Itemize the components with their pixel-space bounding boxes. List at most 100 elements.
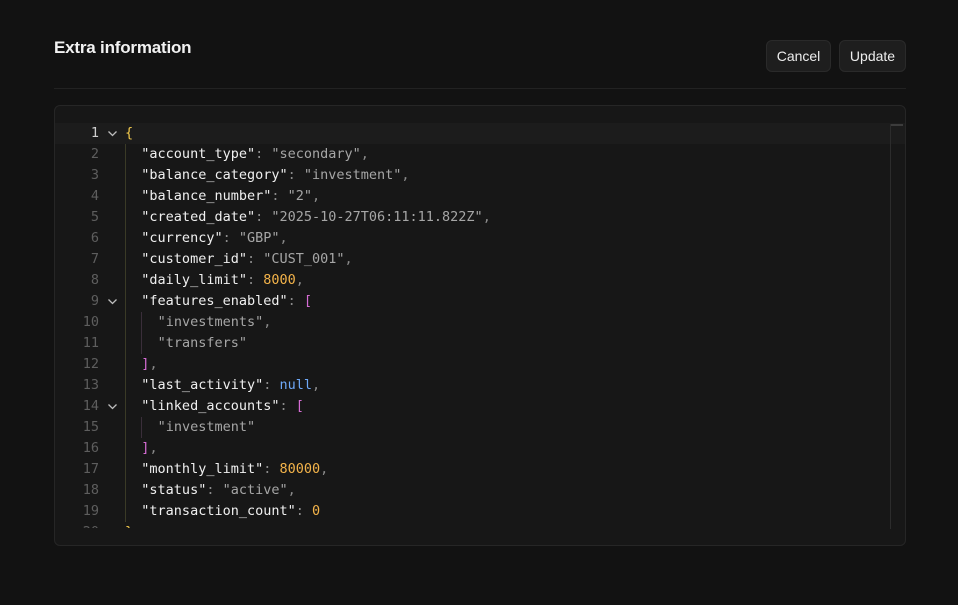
indent-guide: [125, 165, 126, 186]
line-number: 1: [90, 125, 99, 141]
indent-guide: [125, 333, 126, 354]
indent-guide: [141, 333, 143, 354]
code-token: "investments": [157, 314, 264, 330]
code-text[interactable]: ],: [141, 438, 157, 459]
code-token: ,: [312, 377, 321, 393]
code-text[interactable]: "account_type": "secondary",: [141, 144, 369, 165]
line-number: 4: [90, 188, 99, 204]
code-text[interactable]: "customer_id": "CUST_001",: [141, 249, 352, 270]
line-number: 9: [90, 293, 99, 309]
code-lines[interactable]: 1{2 "account_type": "secondary", 3 "balance…: [55, 123, 905, 528]
code-line[interactable]: 14 "linked_accounts": [: [55, 396, 905, 417]
code-line[interactable]: 7 "customer_id": "CUST_001",: [55, 249, 905, 270]
code-text[interactable]: "transfers": [158, 333, 247, 354]
code-token: :: [263, 377, 280, 393]
scrollbar-thumb[interactable]: [891, 124, 903, 126]
code-token: }: [125, 524, 133, 528]
cancel-button[interactable]: Cancel: [766, 40, 831, 72]
code-line[interactable]: 10 "investments",: [55, 312, 905, 333]
code-text[interactable]: "investment": [158, 417, 256, 438]
code-text[interactable]: ],: [141, 354, 157, 375]
code-line[interactable]: 9 "features_enabled": [: [55, 291, 905, 312]
indent-guide: [125, 291, 126, 312]
fold-chevron-down-icon[interactable]: [107, 128, 118, 139]
code-text[interactable]: "balance_category": "investment",: [141, 165, 409, 186]
indent-guide: [141, 417, 143, 438]
indent-guide: [141, 312, 143, 333]
code-line[interactable]: 15 "investment": [55, 417, 905, 438]
json-editor[interactable]: 1{2 "account_type": "secondary", 3 "balance…: [54, 105, 906, 546]
code-token: 80000: [279, 461, 321, 477]
code-line[interactable]: 19 "transaction_count": 0: [55, 501, 905, 522]
code-token: "investment": [303, 167, 402, 183]
code-token: ,: [149, 440, 158, 456]
code-token: :: [263, 461, 280, 477]
code-line[interactable]: 12],: [55, 354, 905, 375]
code-token: ,: [263, 314, 272, 330]
code-line[interactable]: 5 "created_date": "2025-10-27T06:11:11.82…: [55, 207, 905, 228]
code-text[interactable]: "currency": "GBP",: [141, 228, 287, 249]
indent-guide: [125, 459, 126, 480]
code-token: "balance_number": [141, 188, 272, 204]
code-line[interactable]: 6 "currency": "GBP",: [55, 228, 905, 249]
code-token: ,: [279, 230, 288, 246]
line-number: 16: [82, 440, 99, 456]
code-text[interactable]: "balance_number": "2",: [141, 186, 320, 207]
code-token: :: [246, 272, 264, 288]
code-token: "monthly_limit": [141, 461, 264, 477]
code-token: ,: [287, 482, 296, 498]
line-number: 18: [82, 482, 99, 498]
code-token: "currency": [141, 230, 223, 246]
code-line[interactable]: 8 "daily_limit": 8000,: [55, 270, 905, 291]
code-token: "CUST_001": [263, 251, 345, 267]
fold-chevron-down-icon[interactable]: [107, 296, 118, 307]
code-line[interactable]: 17 "monthly_limit": 80000,: [55, 459, 905, 480]
indent-guide: [125, 228, 126, 249]
page-title: Extra information: [54, 38, 192, 57]
indent-guide: [125, 249, 126, 270]
code-token: :: [271, 188, 288, 204]
fold-chevron-down-icon[interactable]: [107, 401, 118, 412]
code-line[interactable]: 16],: [55, 438, 905, 459]
code-token: ,: [344, 251, 353, 267]
code-text[interactable]: "daily_limit": 8000,: [141, 270, 304, 291]
code-text[interactable]: "investments",: [158, 312, 272, 333]
code-token: "status": [141, 482, 207, 498]
code-text[interactable]: }: [125, 522, 133, 528]
vertical-scrollbar-track[interactable]: [890, 124, 891, 529]
line-number: 13: [82, 377, 99, 393]
code-token: "created_date": [141, 209, 256, 225]
indent-guide: [125, 375, 126, 396]
code-line[interactable]: 18 "status": "active",: [55, 480, 905, 501]
code-line[interactable]: 13 "last_activity": null,: [55, 375, 905, 396]
code-line[interactable]: 3 "balance_category": "investment",: [55, 165, 905, 186]
code-text[interactable]: "status": "active",: [141, 480, 295, 501]
code-text[interactable]: "linked_accounts": [: [141, 396, 304, 417]
code-token: :: [222, 230, 239, 246]
code-line[interactable]: 20}: [55, 522, 905, 528]
code-token: :: [255, 146, 272, 162]
line-number: 5: [90, 209, 99, 225]
indent-guide: [125, 312, 126, 333]
line-number: 11: [82, 335, 99, 351]
code-token: 8000: [263, 272, 296, 288]
code-token: ,: [320, 461, 329, 477]
update-button[interactable]: Update: [839, 40, 906, 72]
indent-guide: [125, 396, 126, 417]
code-token: "active": [222, 482, 288, 498]
line-number: 2: [90, 146, 99, 162]
code-text[interactable]: "features_enabled": [: [141, 291, 312, 312]
code-text[interactable]: "monthly_limit": 80000,: [141, 459, 328, 480]
code-token: :: [246, 251, 264, 267]
code-text[interactable]: {: [125, 123, 133, 144]
code-line[interactable]: 4 "balance_number": "2",: [55, 186, 905, 207]
indent-guide: [125, 354, 126, 375]
code-line[interactable]: 1{: [55, 123, 905, 144]
code-token: "secondary": [271, 146, 361, 162]
code-text[interactable]: "last_activity": null,: [141, 375, 320, 396]
code-text[interactable]: "created_date": "2025-10-27T06:11:11.822…: [141, 207, 491, 228]
code-line[interactable]: 2 "account_type": "secondary",: [55, 144, 905, 165]
indent-guide: [125, 207, 126, 228]
code-text[interactable]: "transaction_count": 0: [141, 501, 320, 522]
code-line[interactable]: 11 "transfers": [55, 333, 905, 354]
